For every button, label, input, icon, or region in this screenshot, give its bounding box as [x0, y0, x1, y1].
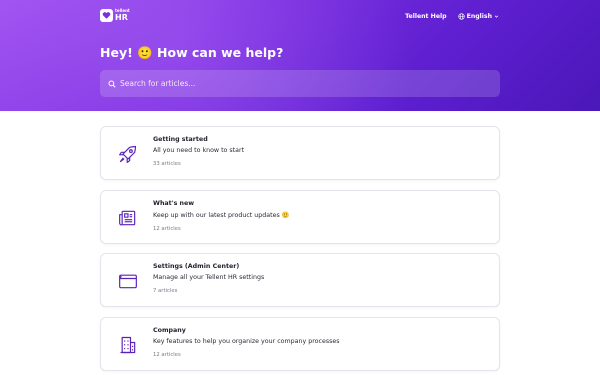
rocket-icon: [119, 145, 137, 163]
search-input[interactable]: [120, 79, 480, 88]
logo-heart-icon: [100, 9, 113, 22]
collection-card-getting-started[interactable]: Getting started All you need to know to …: [100, 126, 500, 180]
collection-description: Key features to help you organize your c…: [153, 337, 340, 345]
collection-description: Manage all your Tellent HR settings: [153, 274, 265, 281]
collection-title: Getting started: [153, 136, 208, 143]
collection-article-count: 7 articles: [153, 288, 178, 294]
collection-card-company[interactable]: Company Key features to help you organiz…: [100, 316, 500, 371]
collections-list: Getting started All you need to know to …: [100, 126, 500, 375]
collection-card-text: What's new Keep up with our latest produ…: [153, 200, 483, 232]
language-selector[interactable]: English: [457, 13, 499, 20]
browser-window-icon: [119, 274, 137, 289]
collection-card-settings[interactable]: Settings (Admin Center) Manage all your …: [100, 253, 500, 307]
tellent-hr-logo[interactable]: tellent HR: [100, 9, 130, 22]
globe-icon: [457, 13, 465, 20]
collection-article-count: 33 articles: [153, 161, 181, 167]
collection-title: What's new: [153, 199, 195, 207]
collection-title: Settings (Admin Center): [153, 263, 240, 270]
collection-description: Keep up with our latest product updates …: [153, 211, 290, 219]
search-icon: [108, 79, 116, 88]
collection-title: Company: [153, 326, 186, 334]
collection-card-text: Getting started All you need to know to …: [153, 136, 483, 167]
logo-product: HR: [115, 13, 128, 22]
collection-card-text: Company Key features to help you organiz…: [153, 327, 483, 358]
page-title: Hey! 🙂 How can we help?: [100, 45, 284, 60]
search-bar[interactable]: [100, 70, 500, 97]
newspaper-icon: [119, 210, 136, 225]
collection-card-whats-new[interactable]: What's new Keep up with our latest produ…: [100, 189, 500, 244]
collection-article-count: 12 articles: [153, 225, 181, 232]
top-nav: Tellent Help English: [405, 13, 499, 20]
building-icon: [120, 336, 136, 353]
chevron-down-icon: [494, 15, 499, 18]
logo-wordmark: tellent HR: [115, 9, 130, 22]
collection-card-text: Settings (Admin Center) Manage all your …: [153, 263, 483, 294]
tellent-help-link[interactable]: Tellent Help: [405, 13, 446, 20]
collection-article-count: 12 articles: [153, 351, 181, 358]
collection-description: All you need to know to start: [153, 147, 245, 154]
language-label: English: [466, 13, 492, 20]
